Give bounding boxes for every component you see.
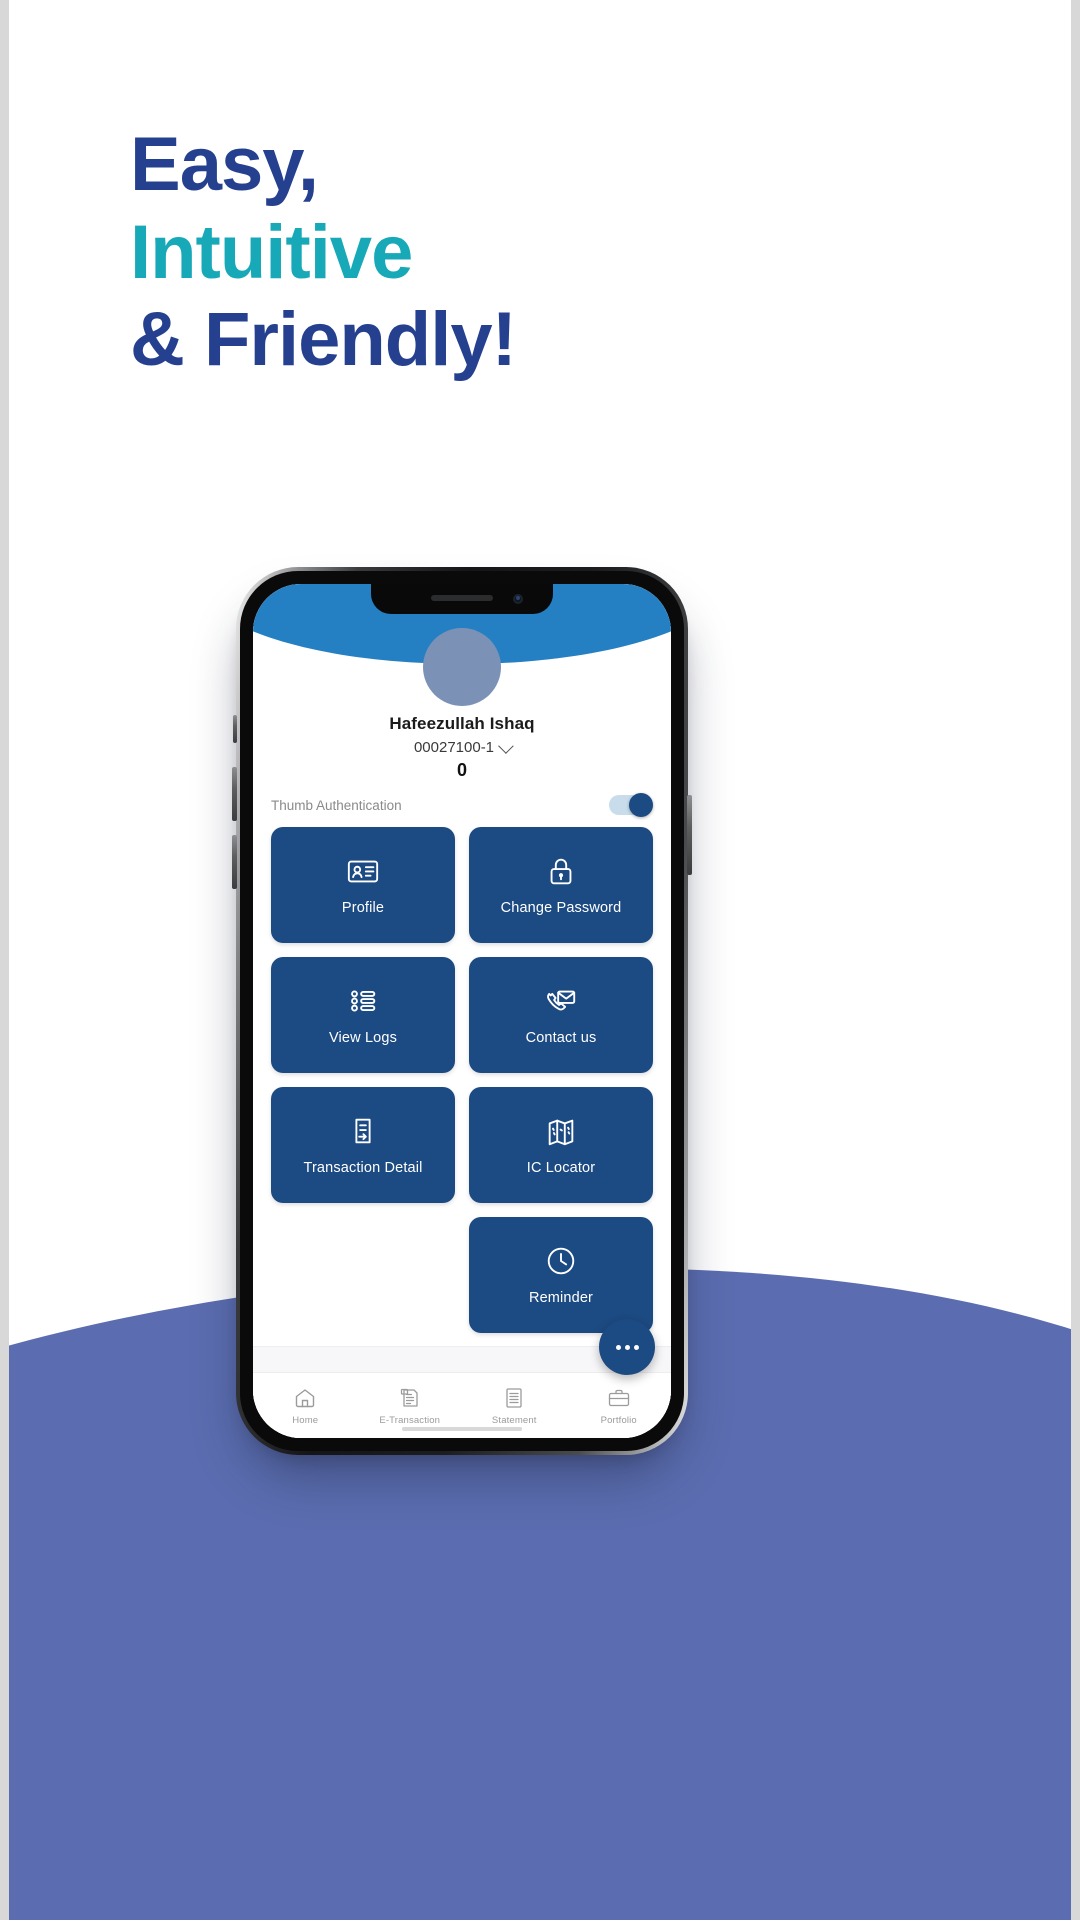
user-name: Hafeezullah Ishaq (389, 714, 535, 733)
tile-contact-us[interactable]: Contact us (469, 957, 653, 1073)
page-right-border (1071, 0, 1080, 1920)
phone-bezel: Hafeezullah Ishaq 00027100-1 0 Thumb Aut… (240, 571, 684, 1451)
phone-screen: Hafeezullah Ishaq 00027100-1 0 Thumb Aut… (253, 584, 671, 1438)
document-arrow-icon (355, 1118, 371, 1144)
profile-block: Hafeezullah Ishaq 00027100-1 0 (253, 628, 671, 781)
front-camera-icon (513, 594, 523, 604)
ellipsis-icon-dot (615, 1344, 621, 1350)
poster-canvas: Easy, Intuitive & Friendly! Hafeezullah … (0, 0, 1080, 1920)
ellipsis-icon-dot (624, 1344, 630, 1350)
map-icon (548, 1119, 574, 1146)
list-icon (351, 990, 376, 1012)
account-number: 00027100-1 (413, 739, 495, 756)
tile-view-logs[interactable]: View Logs (271, 957, 455, 1073)
phone-notch (371, 584, 553, 614)
volume-up-button[interactable] (232, 767, 237, 821)
id-card-icon (347, 860, 379, 883)
lock-icon (550, 858, 572, 885)
chevron-down-icon (498, 738, 514, 754)
power-button[interactable] (687, 795, 692, 875)
briefcase-icon (608, 1389, 629, 1406)
app-root: Hafeezullah Ishaq 00027100-1 0 Thumb Aut… (253, 584, 671, 1438)
tab-portfolio[interactable]: Portfolio (567, 1386, 672, 1426)
clock-icon (547, 1247, 575, 1275)
tile-profile[interactable]: Profile (271, 827, 455, 943)
account-selector[interactable]: 00027100-1 (253, 738, 671, 756)
tile-label: View Logs (329, 1030, 397, 1046)
ellipsis-icon-dot (633, 1344, 639, 1350)
tile-ic-locator[interactable]: IC Locator (469, 1087, 653, 1203)
more-actions-fab[interactable] (599, 1319, 655, 1375)
avatar[interactable] (423, 628, 501, 706)
tab-e-transaction[interactable]: E-Transaction (358, 1386, 463, 1426)
tile-label: IC Locator (526, 1160, 596, 1176)
home-indicator (402, 1427, 522, 1431)
app-bottom-area: Home E-Transaction Statement Portfolio (253, 1319, 672, 1438)
tile-transaction-detail[interactable]: Transaction Detail (271, 1087, 455, 1203)
tile-label: Contact us (525, 1030, 597, 1046)
toggle-knob (629, 793, 653, 817)
phone-frame: Hafeezullah Ishaq 00027100-1 0 Thumb Aut… (232, 567, 692, 1455)
tile-label: Reminder (528, 1290, 594, 1306)
statement-icon (506, 1387, 522, 1408)
menu-grid: Profile Change Password View Logs Contac… (253, 823, 671, 1340)
headline-line-3: & Friendly! (130, 297, 517, 383)
headline-line-2: Intuitive (130, 209, 413, 295)
phone-mockup: Hafeezullah Ishaq 00027100-1 0 Thumb Aut… (232, 567, 692, 1455)
tab-label: Statement (491, 1414, 537, 1426)
earpiece-speaker (431, 595, 493, 601)
thumb-authentication-row: Thumb Authentication (253, 781, 671, 823)
thumb-authentication-toggle[interactable] (609, 793, 653, 817)
tab-home[interactable]: Home (253, 1386, 358, 1426)
tab-statement[interactable]: Statement (462, 1386, 567, 1426)
tile-change-password[interactable]: Change Password (469, 827, 653, 943)
balance-value: 0 (456, 760, 467, 780)
phone-envelope-icon (547, 990, 576, 1011)
tile-label: Transaction Detail (303, 1160, 423, 1176)
home-icon (296, 1388, 315, 1407)
silent-switch[interactable] (233, 715, 237, 743)
page-left-border (0, 0, 9, 1920)
headline-line-1: Easy, (130, 122, 319, 207)
tab-label: Home (292, 1414, 319, 1426)
tile-label: Change Password (500, 900, 622, 916)
tab-label: Portfolio (600, 1414, 637, 1426)
headline: Easy, Intuitive & Friendly! (130, 122, 517, 391)
tile-reminder[interactable]: Reminder (469, 1217, 653, 1333)
tile-label: Profile (341, 900, 385, 916)
thumb-authentication-label: Thumb Authentication (271, 797, 402, 813)
volume-down-button[interactable] (232, 835, 237, 889)
tab-label: E-Transaction (379, 1414, 441, 1426)
etransaction-icon (400, 1388, 418, 1407)
